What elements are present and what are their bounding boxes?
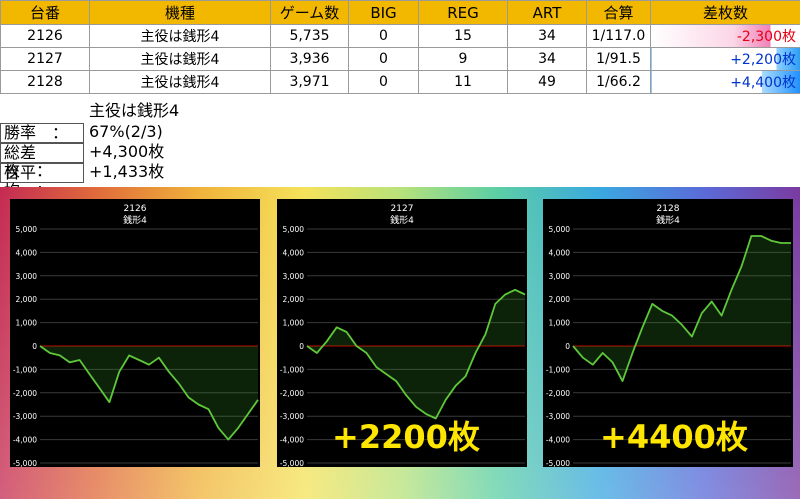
machine-data-table: 台番 機種 ゲーム数 BIG REG ART 合算 差枚数 2126 主役は銭形… (0, 0, 800, 94)
cell-machine-no: 2127 (0, 47, 90, 71)
cell-machine-no: 2128 (0, 70, 90, 94)
series-area (307, 289, 525, 419)
cell-diff: +2,200枚 (650, 47, 800, 71)
slump-chart-svg: 2126銭形4 5,000 4,000 3,000 2,000 1,000 0 -1,000 -… (13, 204, 259, 467)
total-diff-label: 総差枚 ： (0, 143, 84, 180)
y-tick-label: 4,000 (16, 248, 38, 257)
table-row: 2127 主役は銭形4 3,936 0 9 34 1/91.5 +2,200枚 (0, 47, 800, 71)
cell-combined: 1/66.2 (586, 70, 651, 94)
y-tick-label: -3,000 (280, 412, 304, 421)
y-tick-label: 1,000 (549, 319, 571, 328)
cell-diff: +4,400枚 (650, 70, 800, 94)
y-tick-label: 1,000 (283, 319, 305, 328)
y-tick-label: 5,000 (549, 225, 571, 234)
win-rate-label: 勝率 ： (0, 123, 84, 143)
cell-games: 5,735 (270, 24, 349, 48)
header-games: ゲーム数 (270, 0, 349, 25)
cell-diff: -2,300枚 (650, 24, 800, 48)
y-tick-label: 0 (565, 342, 570, 351)
y-tick-label: -1,000 (546, 365, 570, 374)
y-tick-label: -4,000 (546, 436, 570, 445)
y-tick-label: -2,000 (280, 389, 304, 398)
chart-subtitle: 銭形4 (656, 214, 680, 226)
y-tick-label: 2,000 (549, 295, 571, 304)
y-tick-label: -4,000 (280, 436, 304, 445)
slump-chart-2126: 2126 銭形4 5,000 4,000 3,000 2,000 1,000 0 -1,000 -… (10, 199, 260, 467)
y-tick-label: -2,000 (13, 389, 37, 398)
average-value: +1,433枚 (89, 162, 165, 181)
y-tick-label: -5,000 (13, 459, 37, 467)
header-reg: REG (418, 0, 508, 25)
cell-big: 0 (348, 47, 419, 71)
header-machine-no: 台番 (0, 0, 90, 25)
y-tick-label: -3,000 (13, 412, 37, 421)
summary-title: 主役は銭形4 (89, 101, 180, 120)
y-tick-label: -3,000 (546, 412, 570, 421)
y-tick-label: -4,000 (13, 436, 37, 445)
y-tick-label: 3,000 (283, 272, 305, 281)
chart-subtitle: 銭形4 (123, 214, 147, 226)
table-row: 2126 主役は銭形4 5,735 0 15 34 1/117.0 -2,300… (0, 24, 800, 48)
chart-title: 2126 (124, 204, 147, 214)
y-tick-label: 0 (32, 342, 37, 351)
cell-reg: 15 (418, 24, 508, 48)
cell-art: 34 (507, 47, 587, 71)
y-tick-label: 4,000 (283, 248, 305, 257)
y-tick-label: 3,000 (16, 272, 38, 281)
chart-title: 2128 (657, 204, 680, 214)
table-header-row: 台番 機種 ゲーム数 BIG REG ART 合算 差枚数 (0, 0, 800, 25)
cell-combined: 1/91.5 (586, 47, 651, 71)
win-rate-value: 67%(2/3) (89, 122, 163, 141)
y-tick-label: 1,000 (16, 319, 38, 328)
cell-machine-no: 2126 (0, 24, 90, 48)
cell-model: 主役は銭形4 (89, 70, 271, 94)
y-tick-label: 2,000 (283, 295, 305, 304)
y-tick-label: 0 (299, 342, 304, 351)
cell-reg: 11 (418, 70, 508, 94)
cell-model: 主役は銭形4 (89, 47, 271, 71)
average-label: 台平均 ： (0, 163, 84, 200)
chart-overlay-2127: +2200枚 (332, 418, 480, 456)
y-tick-label: -1,000 (13, 365, 37, 374)
header-combined: 合算 (586, 0, 651, 25)
series-area (573, 236, 791, 382)
cell-model: 主役は銭形4 (89, 24, 271, 48)
y-tick-label: 3,000 (549, 272, 571, 281)
table-row: 2128 主役は銭形4 3,971 0 11 49 1/66.2 +4,400枚 (0, 70, 800, 94)
chart-subtitle: 銭形4 (390, 214, 414, 226)
cell-games: 3,936 (270, 47, 349, 71)
header-diff: 差枚数 (650, 0, 800, 25)
cell-art: 49 (507, 70, 587, 94)
cell-games: 3,971 (270, 70, 349, 94)
y-tick-label: -5,000 (546, 459, 570, 467)
chart-title: 2127 (391, 204, 414, 214)
y-tick-label: 4,000 (549, 248, 571, 257)
average-row: 台平均 ： +1,433枚 (0, 162, 300, 200)
cell-reg: 9 (418, 47, 508, 71)
header-art: ART (507, 0, 587, 25)
total-diff-value: +4,300枚 (89, 142, 165, 161)
cell-combined: 1/117.0 (586, 24, 651, 48)
cell-big: 0 (348, 70, 419, 94)
y-tick-label: -1,000 (280, 365, 304, 374)
y-tick-label: -2,000 (546, 389, 570, 398)
header-big: BIG (348, 0, 419, 25)
cell-big: 0 (348, 24, 419, 48)
y-tick-label: 5,000 (16, 225, 38, 234)
y-tick-label: -5,000 (280, 459, 304, 467)
y-tick-label: 5,000 (283, 225, 305, 234)
header-model: 機種 (89, 0, 271, 25)
total-diff-row: 総差枚 ： +4,300枚 (0, 142, 300, 180)
chart-overlay-2128: +4400枚 (600, 418, 748, 456)
win-rate-row: 勝率 ： 67%(2/3) (0, 123, 300, 143)
cell-art: 34 (507, 24, 587, 48)
y-tick-label: 2,000 (16, 295, 38, 304)
